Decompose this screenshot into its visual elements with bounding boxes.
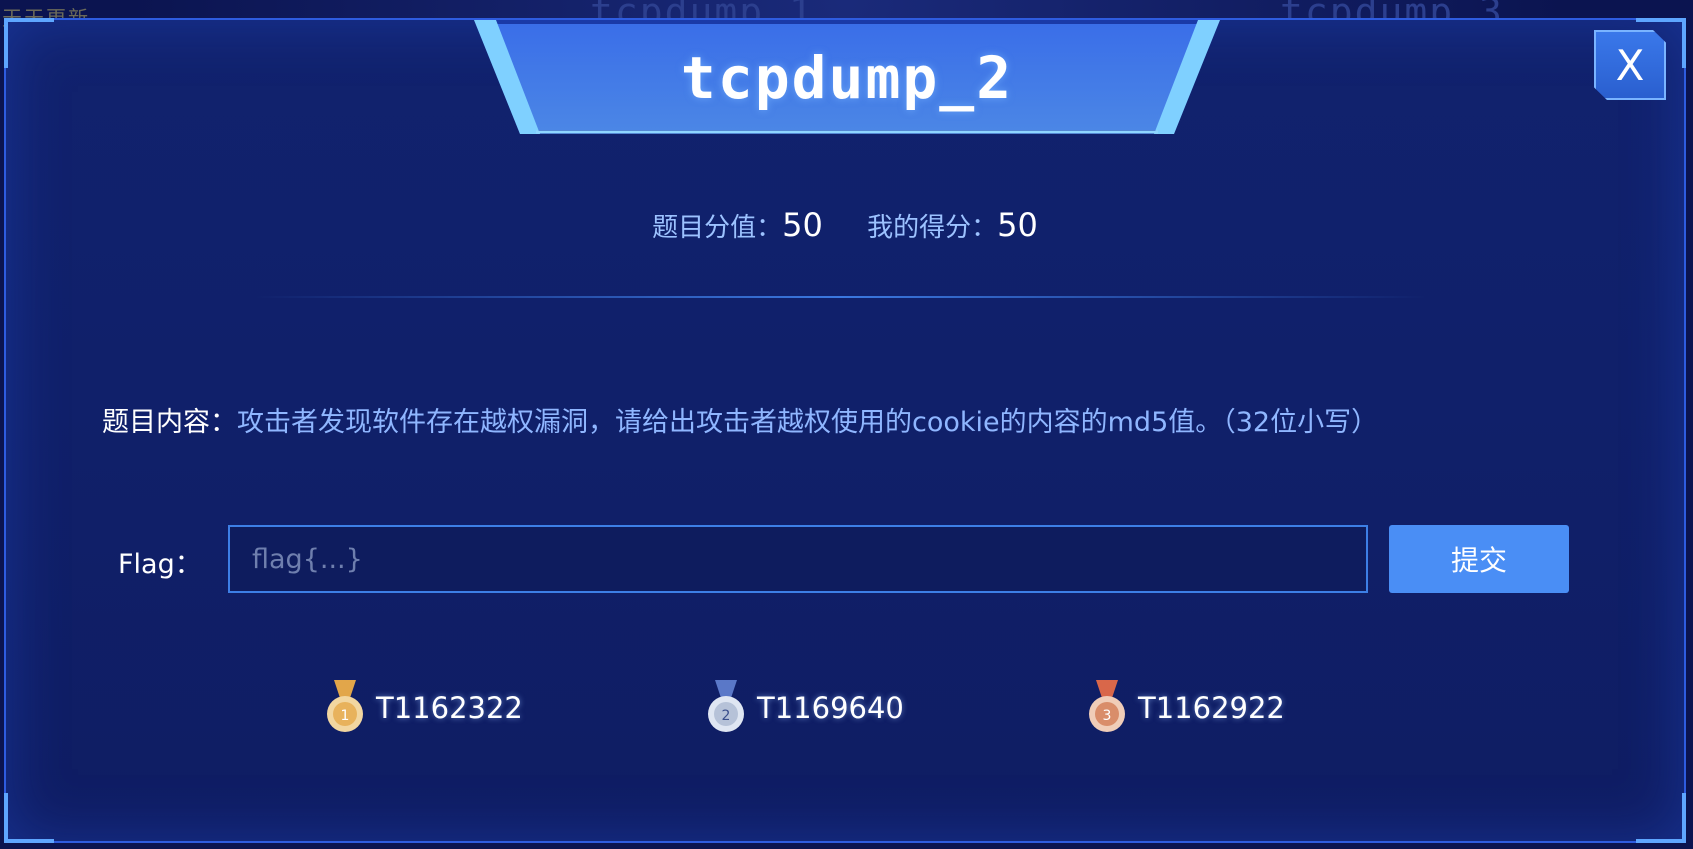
silver-medal-icon: 2 (708, 680, 744, 732)
solver-1: 1 T1162322 (322, 680, 523, 736)
solver-name: T1162922 (1138, 691, 1285, 725)
corner-decoration (4, 793, 54, 843)
close-button[interactable]: X (1594, 30, 1666, 100)
medal-rank: 2 (722, 708, 731, 724)
close-icon: X (1615, 40, 1645, 90)
corner-decoration (1636, 793, 1686, 843)
solver-name: T1162322 (376, 691, 523, 725)
content-label: 题目内容： (102, 407, 237, 438)
solver-name: T1169640 (757, 691, 904, 725)
flag-input[interactable] (228, 525, 1368, 593)
bronze-medal-icon: 3 (1089, 680, 1125, 732)
flag-label: Flag： (118, 549, 202, 580)
question-value: 50 (782, 206, 823, 244)
medal-rank: 1 (341, 708, 350, 724)
submit-button[interactable]: 提交 (1389, 525, 1569, 593)
my-score-label: 我的得分： (867, 213, 998, 243)
section-divider (256, 296, 1426, 298)
gold-medal-icon: 1 (327, 680, 363, 732)
content-text: 攻击者发现软件存在越权漏洞，请给出攻击者越权使用的cookie的内容的md5值。… (237, 407, 1379, 438)
dialog-title: tcpdump_2 (680, 44, 1014, 112)
question-value-label: 题目分值： (652, 213, 783, 243)
solver-2: 2 T1169640 (703, 680, 904, 736)
challenge-content: 题目内容：攻击者发现软件存在越权漏洞，请给出攻击者越权使用的cookie的内容的… (102, 400, 1378, 439)
challenge-dialog: tcpdump_2 X 题目分值：50 我的得分：50 题目内容：攻击者发现软件… (4, 18, 1686, 843)
solver-3: 3 T1162922 (1084, 680, 1285, 736)
medal-rank: 3 (1103, 708, 1112, 724)
corner-decoration (4, 18, 54, 68)
top-solvers: 1 T1162322 2 T1169640 3 T1162922 (6, 680, 1684, 740)
score-summary: 题目分值：50 我的得分：50 (6, 206, 1684, 244)
my-score-value: 50 (997, 206, 1038, 244)
title-banner: tcpdump_2 (474, 16, 1220, 134)
